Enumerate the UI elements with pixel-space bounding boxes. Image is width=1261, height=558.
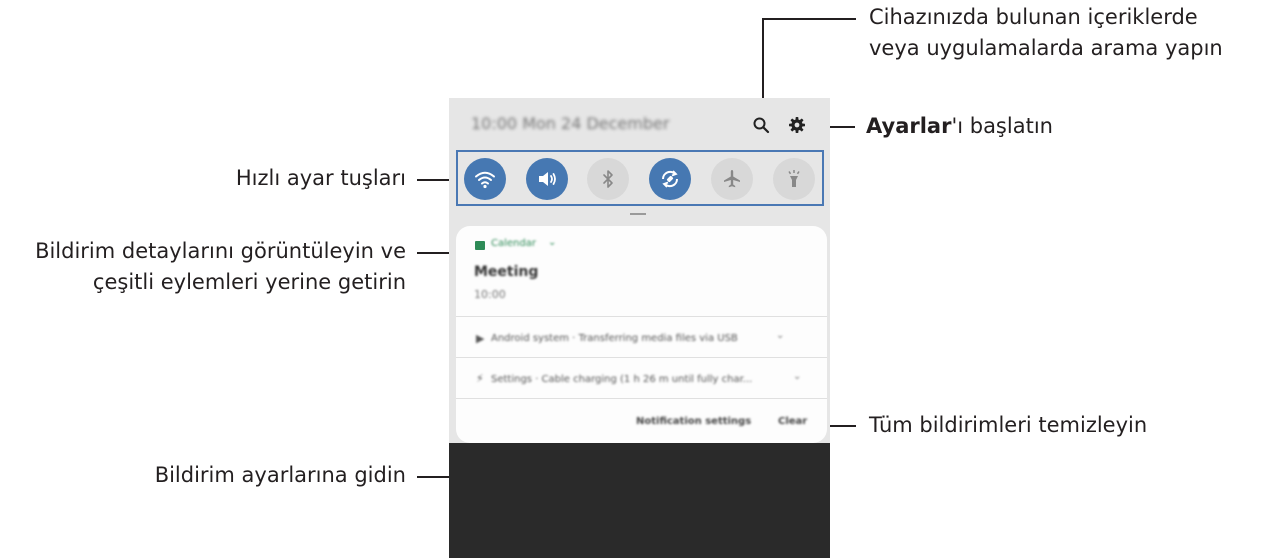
airplane-toggle[interactable]	[711, 158, 753, 200]
flashlight-icon	[788, 170, 800, 187]
chevron-down-icon[interactable]: ⌄	[793, 371, 801, 382]
flashlight-toggle[interactable]	[773, 158, 815, 200]
notification-title[interactable]: Meeting	[474, 264, 538, 280]
bluetooth-toggle[interactable]	[587, 158, 629, 200]
quick-settings-callout: Hızlı ayar tuşları	[235, 166, 406, 190]
calendar-app-icon	[475, 241, 485, 250]
airplane-icon	[724, 170, 740, 188]
clear-button[interactable]: Clear	[778, 416, 807, 427]
auto-rotate-icon	[661, 170, 679, 188]
calendar-app-name: Calendar	[491, 238, 536, 249]
divider	[456, 316, 827, 317]
sound-icon	[539, 172, 556, 186]
settings-callout: Ayarlar'ı başlatın	[866, 111, 1053, 142]
wifi-toggle[interactable]	[464, 158, 506, 200]
notification-card: Calendar ⌄ Meeting 10:00 ▶ Android syste…	[456, 226, 827, 443]
status-row: 10:00 Mon 24 December	[449, 98, 830, 148]
settings-callout-rest: 'ı başlatın	[951, 114, 1053, 138]
search-callout-line1: Cihazınızda bulunan içeriklerde	[869, 5, 1198, 29]
settings-charging-notification[interactable]: Settings · Cable charging (1 h 26 m unti…	[491, 374, 752, 385]
phone-screen: 10:00 Mon 24 December Calendar ⌄ Meeting…	[449, 98, 830, 558]
search-leader-h	[763, 18, 856, 20]
android-system-icon: ▶	[476, 332, 485, 345]
android-system-notification[interactable]: Android system · Transferring media file…	[491, 333, 738, 344]
notification-panel: 10:00 Mon 24 December Calendar ⌄ Meeting…	[449, 98, 830, 443]
settings-callout-bold: Ayarlar	[866, 114, 952, 138]
divider	[456, 357, 827, 358]
search-callout: Cihazınızda bulunan içeriklerde veya uyg…	[869, 2, 1223, 64]
chevron-down-icon[interactable]: ⌄	[776, 330, 784, 341]
auto-rotate-toggle[interactable]	[649, 158, 691, 200]
notification-details-line2: çeşitli eylemleri yerine getirin	[92, 270, 406, 294]
notification-time: 10:00	[474, 288, 506, 301]
chevron-down-icon[interactable]: ⌄	[548, 237, 556, 248]
notification-settings-button[interactable]: Notification settings	[636, 416, 751, 427]
search-callout-line2: veya uygulamalarda arama yapın	[869, 36, 1223, 60]
bluetooth-icon	[603, 170, 613, 188]
clear-all-callout: Tüm bildirimleri temizleyin	[869, 413, 1148, 437]
notification-details-line1: Bildirim detaylarını görüntüleyin ve	[35, 239, 406, 263]
divider	[456, 398, 827, 399]
panel-drag-handle[interactable]	[630, 213, 646, 215]
quick-settings-panel	[456, 150, 824, 206]
search-icon[interactable]	[752, 116, 770, 134]
sound-toggle[interactable]	[526, 158, 568, 200]
lightning-icon: ⚡	[476, 372, 484, 385]
notification-settings-callout: Bildirim ayarlarına gidin	[154, 463, 406, 487]
status-date-time: 10:00 Mon 24 December	[471, 114, 670, 133]
gear-icon[interactable]	[788, 116, 806, 134]
notification-details-callout: Bildirim detaylarını görüntüleyin ve çeş…	[35, 236, 406, 298]
wifi-icon	[475, 171, 495, 189]
